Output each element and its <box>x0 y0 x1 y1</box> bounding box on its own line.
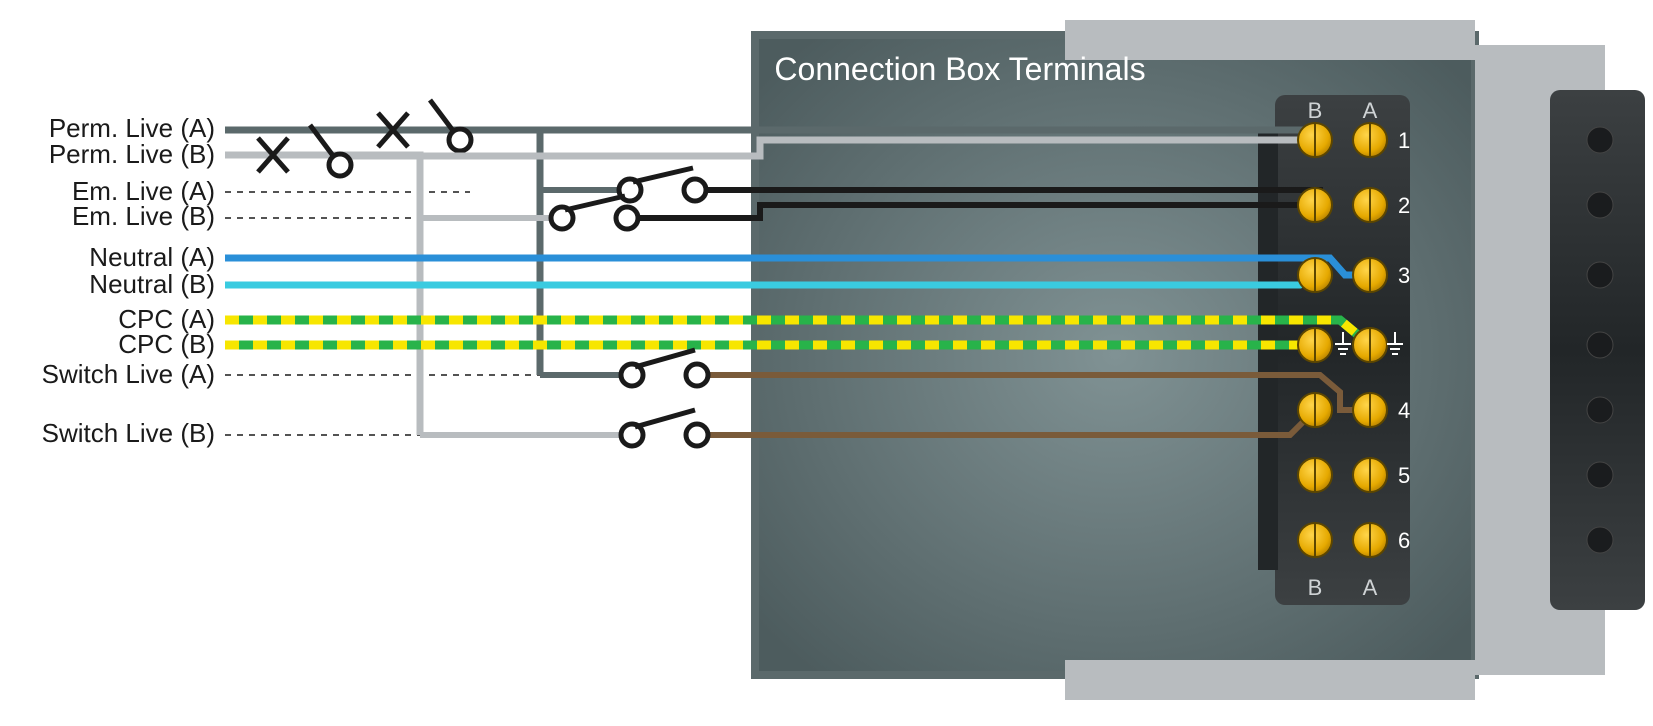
wire-labels: Perm. Live (A) Perm. Live (B) Em. Live (… <box>42 113 215 448</box>
wire-perm-live-a <box>225 130 540 375</box>
row-num-2: 2 <box>1398 193 1410 218</box>
col-label-A-bot: A <box>1363 575 1378 600</box>
label-neutral-b: Neutral (B) <box>89 269 215 299</box>
row-num-4: 4 <box>1398 398 1410 423</box>
contact-switch <box>621 350 708 446</box>
label-cpc-b: CPC (B) <box>118 329 215 359</box>
row-num-5: 5 <box>1398 463 1410 488</box>
box-title: Connection Box Terminals <box>774 51 1145 87</box>
label-em-live-b: Em. Live (B) <box>72 201 215 231</box>
label-switch-b: Switch Live (B) <box>42 418 215 448</box>
row-num-3: 3 <box>1398 263 1410 288</box>
col-label-B-bot: B <box>1308 575 1323 600</box>
connection-box-body <box>755 20 1605 700</box>
wiring-diagram: Connection Box Terminals B A B A Perm. L… <box>0 0 1653 726</box>
row-num-1: 1 <box>1398 128 1410 153</box>
row-num-6: 6 <box>1398 528 1410 553</box>
label-neutral-a: Neutral (A) <box>89 242 215 272</box>
label-switch-a: Switch Live (A) <box>42 359 215 389</box>
contact-perm-a <box>430 100 471 151</box>
plug-block <box>1550 90 1645 610</box>
label-perm-live-b: Perm. Live (B) <box>49 139 215 169</box>
col-label-B-top: B <box>1308 98 1323 123</box>
wire-perm-live-b <box>225 155 420 435</box>
col-label-A-top: A <box>1363 98 1378 123</box>
